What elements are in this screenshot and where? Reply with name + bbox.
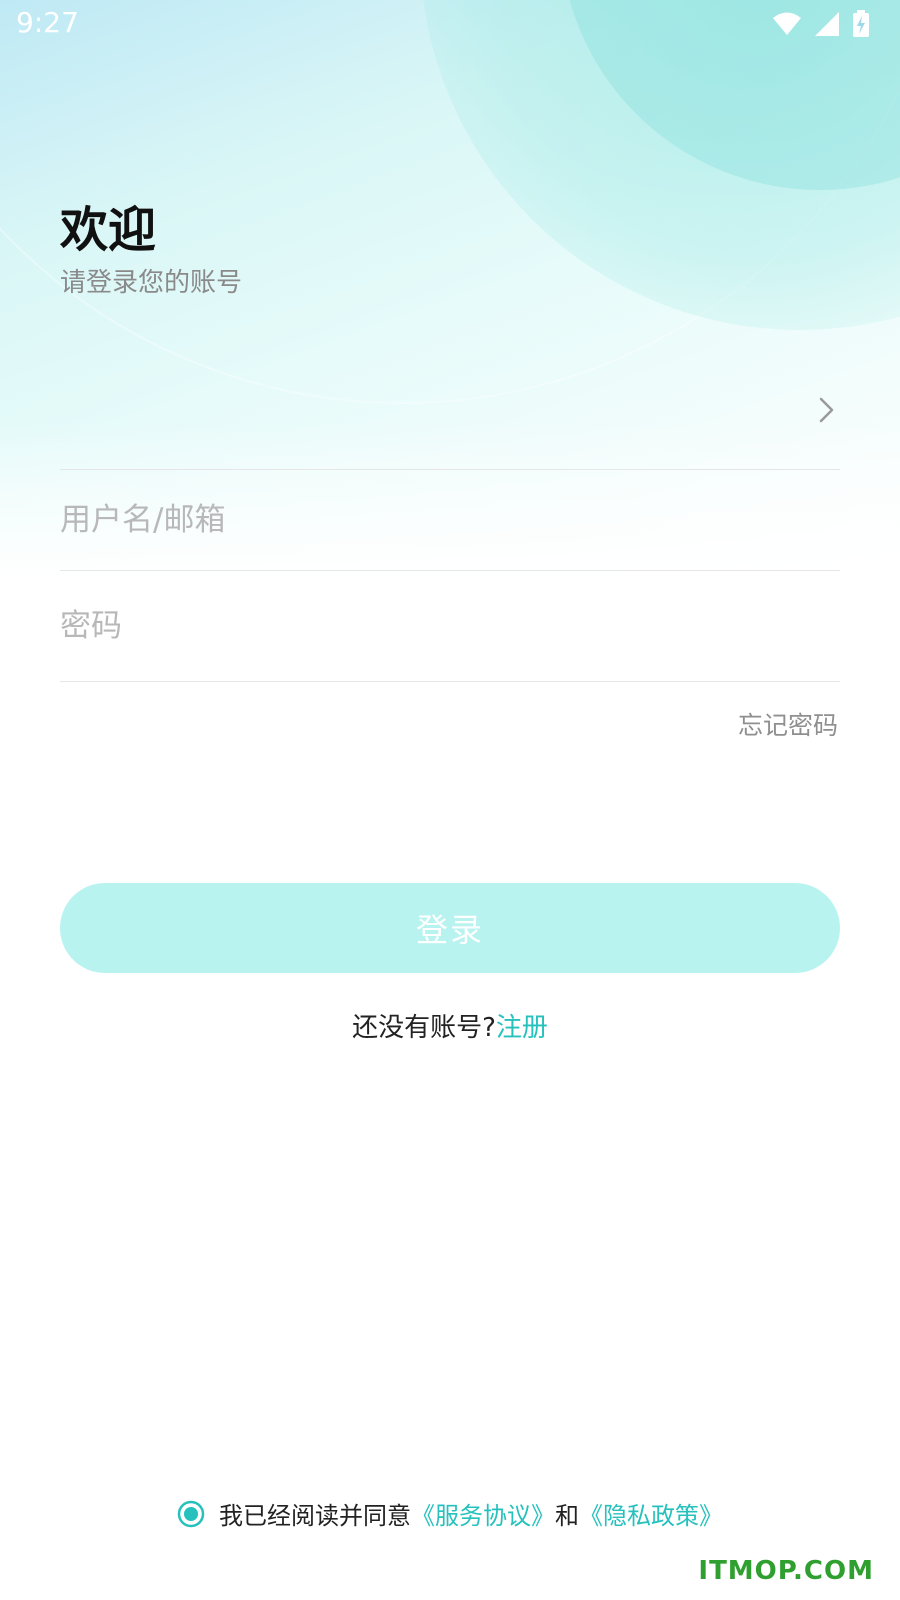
forgot-password-link[interactable]: 忘记密码 — [738, 706, 838, 742]
login-button[interactable]: 登录 — [60, 883, 840, 973]
signal-icon — [815, 12, 839, 36]
server-selector[interactable] — [60, 360, 840, 470]
agreement-row: 我已经阅读并同意 《服务协议》 和 《隐私政策》 — [0, 1496, 900, 1531]
service-agreement-link[interactable]: 《服务协议》 — [411, 1496, 555, 1531]
page-subtitle: 请登录您的账号 — [60, 268, 243, 298]
wifi-icon — [773, 12, 801, 35]
chevron-right-icon — [819, 397, 834, 423]
password-input[interactable] — [60, 571, 840, 681]
privacy-policy-link[interactable]: 《隐私政策》 — [579, 1496, 723, 1531]
agreement-conjunction: 和 — [555, 1502, 579, 1530]
password-field-row — [60, 571, 840, 682]
watermark-logo: ITMOP.COM — [698, 1556, 874, 1586]
status-bar: 9:27 — [0, 0, 900, 50]
battery-charging-icon — [853, 10, 869, 37]
username-input[interactable] — [60, 470, 840, 570]
register-prompt: 还没有账号? — [352, 1013, 496, 1043]
page-title: 欢迎 — [60, 202, 157, 258]
register-row: 还没有账号?注册 — [0, 1007, 900, 1044]
agreement-prefix: 我已经阅读并同意 — [219, 1502, 411, 1530]
register-link[interactable]: 注册 — [496, 1013, 548, 1043]
status-icons — [772, 10, 870, 38]
radio-checked-icon[interactable] — [177, 1500, 205, 1528]
status-time: 9:27 — [16, 6, 79, 39]
username-field-row — [60, 470, 840, 571]
